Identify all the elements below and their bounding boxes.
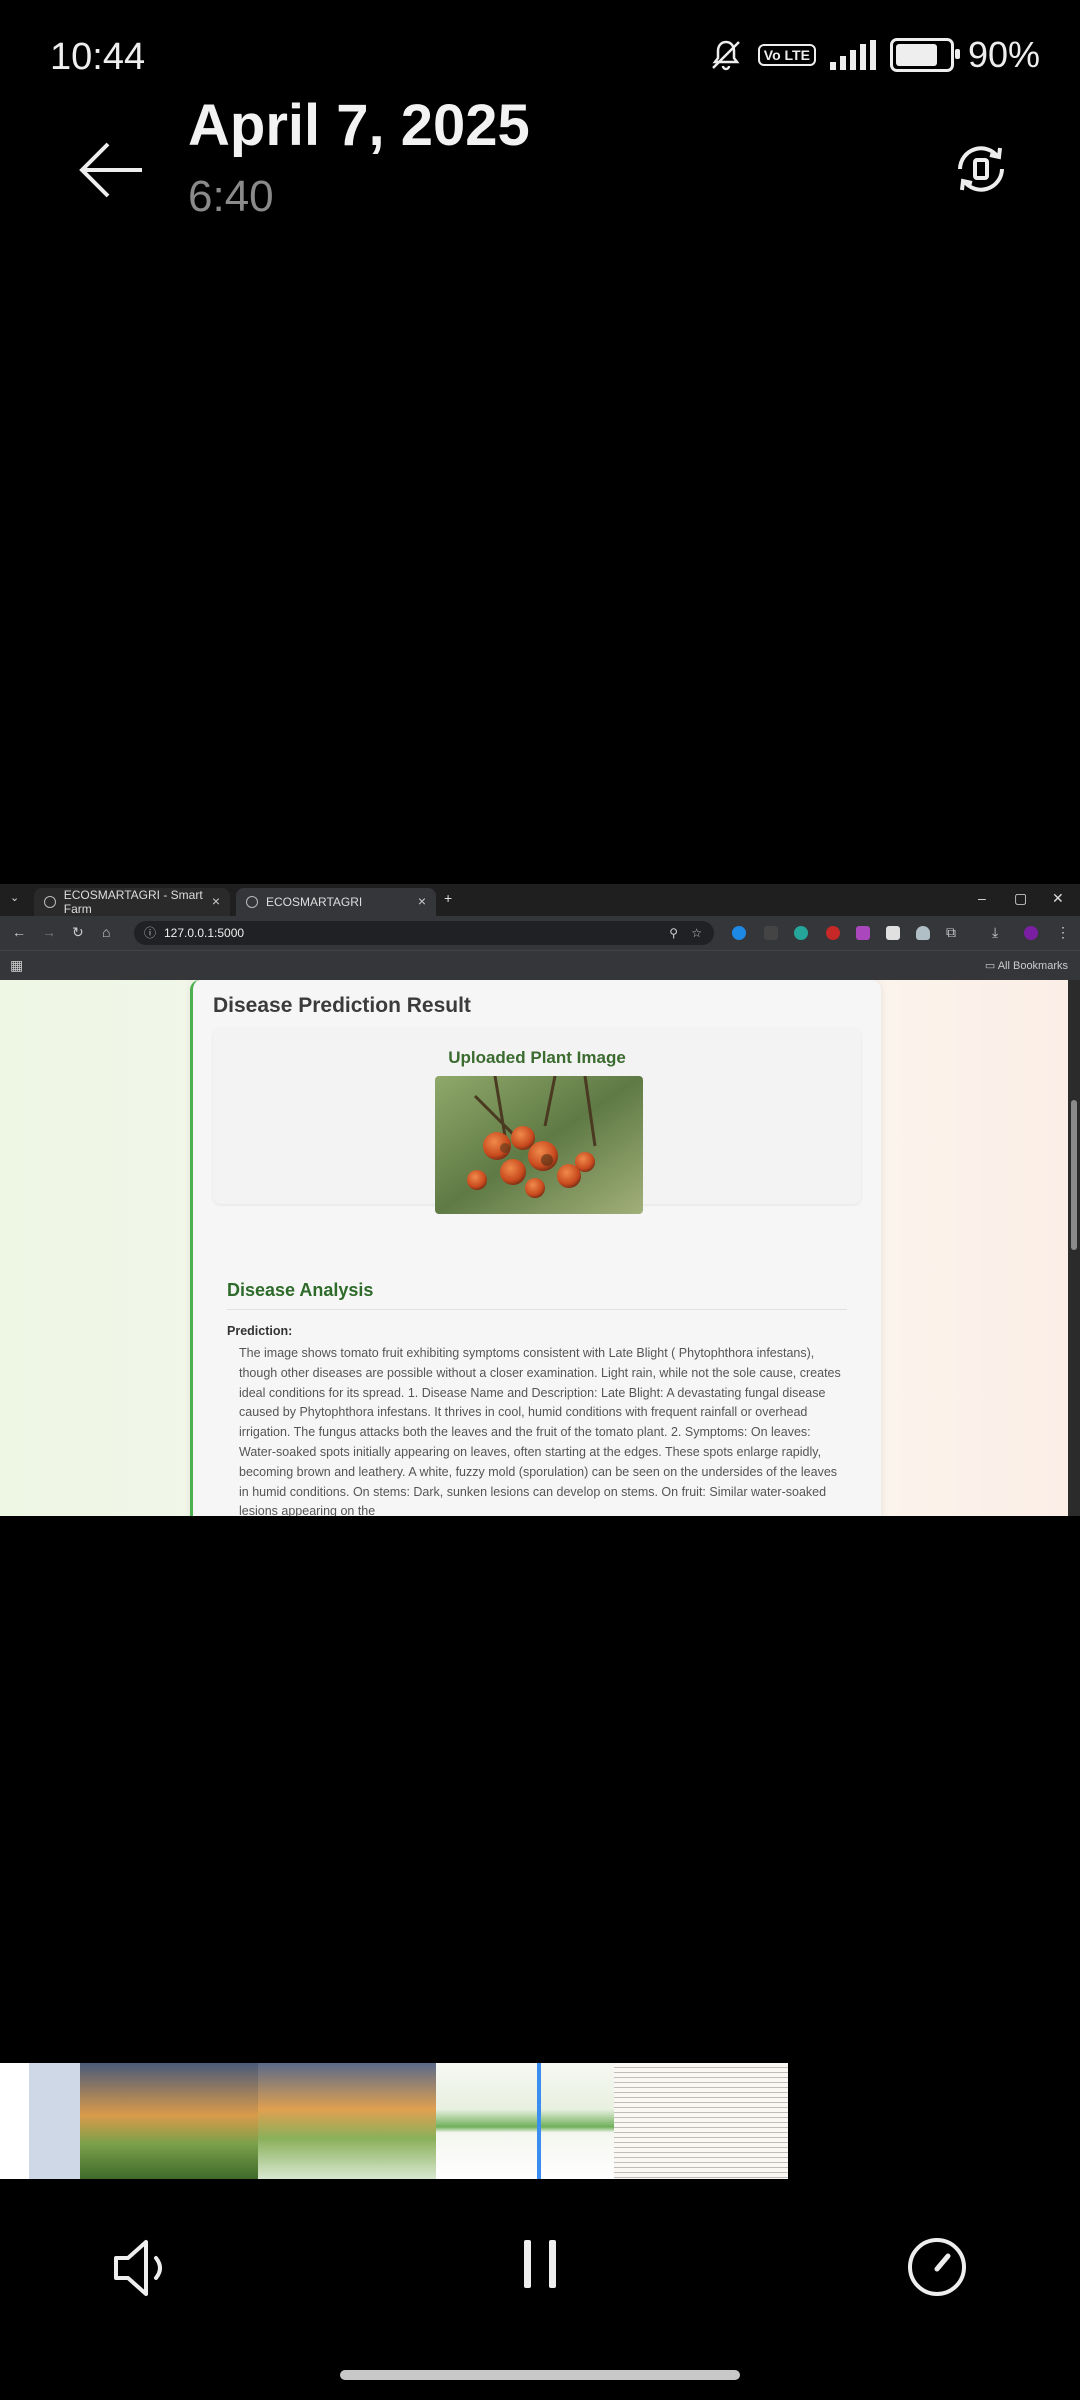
- download-icon[interactable]: ⤓: [992, 924, 998, 941]
- maximize-icon[interactable]: ▢: [1014, 890, 1027, 907]
- battery-percent: 90%: [967, 34, 1040, 75]
- disease-analysis-section: Disease Analysis Prediction: The image s…: [227, 1280, 847, 1516]
- extension-icon[interactable]: [886, 926, 900, 940]
- prediction-text: The image shows tomato fruit exhibiting …: [239, 1346, 841, 1516]
- back-arrow-icon[interactable]: [78, 140, 144, 200]
- tab-ecosmartagri[interactable]: ECOSMARTAGRI ×: [236, 888, 436, 916]
- filmstrip-frame: [436, 2063, 614, 2179]
- bookmarks-bar: ▦ ▭ All Bookmarks: [0, 950, 1080, 981]
- tab-label: ECOSMARTAGRI: [266, 895, 363, 909]
- volume-icon[interactable]: [110, 2238, 174, 2298]
- address-bar[interactable]: ⓘ 127.0.0.1:5000 ⚲ ☆: [134, 921, 714, 945]
- extension-icon[interactable]: [826, 926, 840, 940]
- zoom-icon[interactable]: ⚲: [669, 921, 678, 945]
- extensions-puzzle-icon[interactable]: ⧉: [946, 924, 956, 941]
- close-tab-icon[interactable]: ×: [418, 893, 426, 909]
- plant-image: [435, 1076, 643, 1214]
- all-bookmarks-label: All Bookmarks: [997, 960, 1068, 972]
- tab-label: ECOSMARTAGRI - Smart Farm: [63, 888, 203, 916]
- extension-icon[interactable]: [732, 926, 746, 940]
- filmstrip-frame: [0, 2063, 80, 2179]
- prediction-label: Prediction:: [227, 1324, 293, 1338]
- battery-icon: [889, 38, 960, 72]
- tab-smart-farm[interactable]: ECOSMARTAGRI - Smart Farm ×: [34, 888, 230, 916]
- video-filmstrip[interactable]: [0, 2063, 788, 2179]
- extension-icon[interactable]: [856, 926, 870, 940]
- status-icons: Vo LTE 90%: [708, 34, 1040, 76]
- globe-icon: [246, 896, 258, 908]
- filmstrip-frame: [614, 2063, 788, 2179]
- signal-icon: [829, 40, 876, 70]
- all-bookmarks[interactable]: ▭ All Bookmarks: [985, 959, 1068, 972]
- apps-grid-icon[interactable]: ▦: [10, 957, 23, 974]
- minimize-icon[interactable]: –: [978, 890, 986, 906]
- playhead[interactable]: [537, 2063, 541, 2179]
- recording-time: 6:40: [188, 172, 274, 221]
- globe-icon: [44, 896, 56, 908]
- pause-icon[interactable]: [522, 2238, 558, 2290]
- scroll-thumb[interactable]: [1071, 1100, 1077, 1250]
- tab-strip: ⌄ ECOSMARTAGRI - Smart Farm × ECOSMARTAG…: [0, 884, 1080, 916]
- extension-icon[interactable]: [764, 926, 778, 940]
- close-window-icon[interactable]: ✕: [1052, 890, 1064, 907]
- reload-icon[interactable]: ↻: [72, 924, 84, 941]
- menu-icon[interactable]: ⋮: [1056, 924, 1070, 941]
- browser-window: ⌄ ECOSMARTAGRI - Smart Farm × ECOSMARTAG…: [0, 884, 1080, 1516]
- tab-search-icon[interactable]: ⌄: [10, 891, 19, 904]
- uploaded-image-section: Uploaded Plant Image: [213, 1028, 861, 1214]
- page-viewport: Disease Prediction Result Uploaded Plant…: [0, 980, 1068, 1516]
- rotate-icon[interactable]: [950, 138, 1012, 200]
- shield-icon[interactable]: [916, 926, 930, 940]
- filmstrip-frame: [258, 2063, 436, 2179]
- back-icon[interactable]: ←: [12, 924, 26, 940]
- status-time: 10:44: [50, 36, 146, 78]
- extension-icon[interactable]: [794, 926, 808, 940]
- filmstrip-frame: [80, 2063, 258, 2179]
- new-tab-icon[interactable]: +: [444, 890, 452, 906]
- image-section-title: Uploaded Plant Image: [448, 1048, 626, 1067]
- close-tab-icon[interactable]: ×: [212, 893, 220, 909]
- bell-muted-icon: [711, 40, 740, 71]
- browser-toolbar: ← → ↻ ⌂ ⓘ 127.0.0.1:5000 ⚲ ☆ ⧉ ⤓ ⋮: [0, 916, 1080, 950]
- page-scrollbar[interactable]: [1068, 980, 1080, 1516]
- home-icon[interactable]: ⌂: [102, 924, 110, 940]
- url-text: 127.0.0.1:5000: [164, 926, 245, 940]
- recording-date: April 7, 2025: [188, 93, 530, 158]
- page-title: Disease Prediction Result: [213, 994, 471, 1017]
- volte-badge: Vo LTE: [757, 44, 816, 66]
- result-card: Disease Prediction Result Uploaded Plant…: [190, 980, 881, 1516]
- site-info-icon[interactable]: ⓘ: [144, 921, 156, 945]
- profile-avatar[interactable]: [1024, 926, 1038, 940]
- bookmark-star-icon[interactable]: ☆: [691, 921, 702, 945]
- speed-icon[interactable]: [906, 2236, 968, 2298]
- analysis-title: Disease Analysis: [227, 1280, 847, 1310]
- home-indicator[interactable]: [340, 2370, 740, 2380]
- forward-icon[interactable]: →: [42, 924, 56, 940]
